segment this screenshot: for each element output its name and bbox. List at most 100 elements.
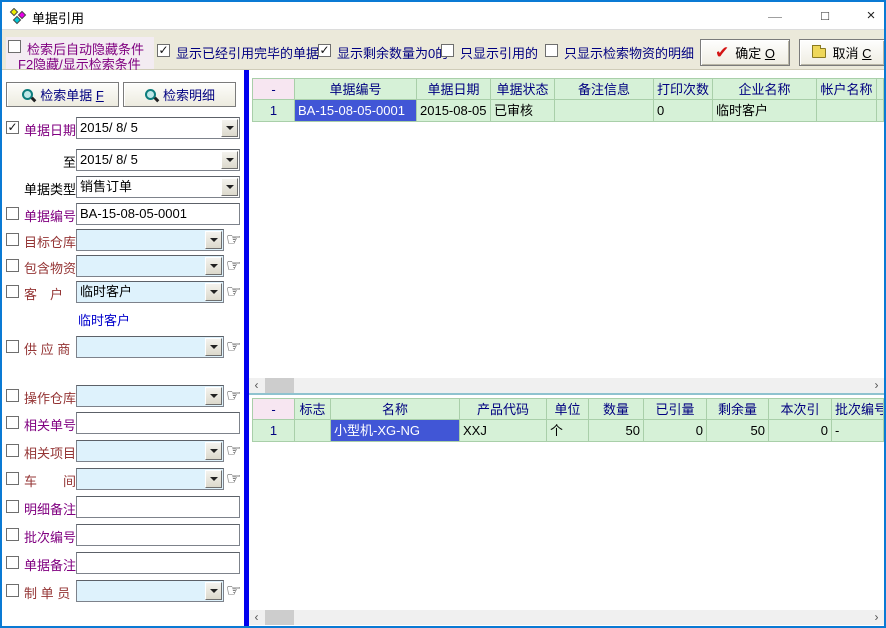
close-button[interactable]: × xyxy=(854,5,886,27)
show-finished-checkbox[interactable]: ✓ xyxy=(157,44,170,57)
only-referenced-label: 只显示引用的 xyxy=(460,43,538,62)
hand-pointer-icon[interactable]: ☞ xyxy=(226,256,241,276)
ok-button[interactable]: ✔ 确定 O xyxy=(700,39,790,66)
date-to-combo[interactable]: 2015/ 8/ 5 xyxy=(76,149,240,171)
workshop-checkbox[interactable] xyxy=(6,472,19,485)
print-count-cell[interactable]: 0 xyxy=(654,100,713,122)
doc-remark-checkbox[interactable] xyxy=(6,556,19,569)
related-no-label: 相关单号 xyxy=(24,415,76,434)
chevron-down-icon[interactable] xyxy=(205,257,222,275)
maker-combo[interactable] xyxy=(76,580,224,602)
material-checkbox[interactable] xyxy=(6,259,19,272)
op-warehouse-combo[interactable] xyxy=(76,385,224,407)
scroll-left-icon[interactable]: ‹ xyxy=(249,610,264,625)
referenced-qty-cell[interactable]: 0 xyxy=(644,420,707,442)
product-code-cell[interactable]: XXJ xyxy=(460,420,547,442)
related-project-combo[interactable] xyxy=(76,440,224,462)
remaining-qty-cell[interactable]: 50 xyxy=(707,420,769,442)
customer-checkbox[interactable] xyxy=(6,285,19,298)
quantity-cell[interactable]: 50 xyxy=(589,420,644,442)
unit-cell[interactable]: 个 xyxy=(547,420,589,442)
chevron-down-icon[interactable] xyxy=(221,151,238,169)
hand-pointer-icon[interactable]: ☞ xyxy=(226,337,241,357)
supplier-checkbox[interactable] xyxy=(6,340,19,353)
batch-no-input[interactable] xyxy=(76,524,240,546)
target-warehouse-combo[interactable] xyxy=(76,229,224,251)
hand-pointer-icon[interactable]: ☞ xyxy=(226,581,241,601)
scroll-thumb[interactable] xyxy=(265,378,294,393)
detail-remark-input[interactable] xyxy=(76,496,240,518)
batch-no-cell[interactable]: - xyxy=(832,420,884,442)
related-no-checkbox[interactable] xyxy=(6,416,19,429)
hand-pointer-icon[interactable]: ☞ xyxy=(226,386,241,406)
maximize-button[interactable]: □ xyxy=(808,5,842,27)
this-time-qty-cell[interactable]: 0 xyxy=(769,420,832,442)
chevron-down-icon[interactable] xyxy=(221,119,238,137)
batch-no-label: 批次编号 xyxy=(24,527,76,546)
auto-hide-checkbox[interactable] xyxy=(8,40,21,53)
scroll-thumb[interactable] xyxy=(265,610,294,625)
detail-grid-hscrollbar[interactable]: ‹ › xyxy=(249,610,884,625)
chevron-down-icon[interactable] xyxy=(205,338,222,356)
search-documents-button[interactable]: 检索单据 F xyxy=(6,82,119,107)
scroll-right-icon[interactable]: › xyxy=(869,378,884,393)
supplier-combo[interactable] xyxy=(76,336,224,358)
hand-pointer-icon[interactable]: ☞ xyxy=(226,282,241,302)
chevron-down-icon[interactable] xyxy=(221,178,238,196)
doc-date-label: 单据日期 xyxy=(24,120,76,139)
account-cell[interactable] xyxy=(817,100,877,122)
minimize-button[interactable]: — xyxy=(758,5,792,27)
batch-no-checkbox[interactable] xyxy=(6,528,19,541)
show-zero-checkbox[interactable]: ✓ xyxy=(318,44,331,57)
col-header: 已引量 xyxy=(644,398,707,420)
combo-value: 2015/ 8/ 5 xyxy=(80,152,220,168)
doc-status-cell[interactable]: 已审核 xyxy=(491,100,555,122)
scroll-left-icon[interactable]: ‹ xyxy=(249,378,264,393)
name-cell-selected[interactable]: 小型机-XG-NG xyxy=(331,420,460,442)
row-number-cell[interactable]: 1 xyxy=(252,100,295,122)
doc-date-checkbox[interactable]: ✓ xyxy=(6,121,19,134)
chevron-down-icon[interactable] xyxy=(205,231,222,249)
hand-pointer-icon[interactable]: ☞ xyxy=(226,469,241,489)
doc-remark-input[interactable] xyxy=(76,552,240,574)
col-header: 单据日期 xyxy=(417,78,491,100)
related-no-input[interactable] xyxy=(76,412,240,434)
doc-no-checkbox[interactable] xyxy=(6,207,19,220)
chevron-down-icon[interactable] xyxy=(205,442,222,460)
maker-checkbox[interactable] xyxy=(6,584,19,597)
check-icon: ✓ xyxy=(7,122,18,133)
related-project-checkbox[interactable] xyxy=(6,444,19,457)
doc-no-cell-selected[interactable]: BA-15-08-05-0001 xyxy=(295,100,417,122)
chevron-down-icon[interactable] xyxy=(205,470,222,488)
detail-grid: - 标志 名称 产品代码 单位 数量 已引量 剩余量 本次引 批次编号 1 小型… xyxy=(252,398,884,442)
only-referenced-checkbox[interactable] xyxy=(441,44,454,57)
scroll-right-icon[interactable]: › xyxy=(869,610,884,625)
doc-no-label: 单据编号 xyxy=(24,206,76,225)
search-details-button[interactable]: 检索明细 xyxy=(123,82,236,107)
doc-date-cell[interactable]: 2015-08-05 xyxy=(417,100,491,122)
doc-remark-label: 单据备注 xyxy=(24,555,76,574)
hand-pointer-icon[interactable]: ☞ xyxy=(226,230,241,250)
flag-cell[interactable] xyxy=(295,420,331,442)
doc-type-combo[interactable]: 销售订单 xyxy=(76,176,240,198)
doc-no-input[interactable]: BA-15-08-05-0001 xyxy=(76,203,240,225)
cancel-button[interactable]: 取消 C xyxy=(799,39,885,66)
customer-combo[interactable]: 临时客户 xyxy=(76,281,224,303)
chevron-down-icon[interactable] xyxy=(205,582,222,600)
chevron-down-icon[interactable] xyxy=(205,387,222,405)
detail-remark-checkbox[interactable] xyxy=(6,500,19,513)
target-warehouse-checkbox[interactable] xyxy=(6,233,19,246)
company-cell[interactable]: 临时客户 xyxy=(713,100,817,122)
remark-cell[interactable] xyxy=(555,100,654,122)
hand-pointer-icon[interactable]: ☞ xyxy=(226,441,241,461)
row-number-cell[interactable]: 1 xyxy=(252,420,295,442)
material-combo[interactable] xyxy=(76,255,224,277)
doc-grid-hscrollbar[interactable]: ‹ › xyxy=(249,378,884,393)
doc-date-combo[interactable]: 2015/ 8/ 5 xyxy=(76,117,240,139)
op-warehouse-checkbox[interactable] xyxy=(6,389,19,402)
check-icon: ✓ xyxy=(158,45,169,56)
only-searched-checkbox[interactable] xyxy=(545,44,558,57)
chevron-down-icon[interactable] xyxy=(205,283,222,301)
workshop-combo[interactable] xyxy=(76,468,224,490)
spare-cell[interactable] xyxy=(877,100,884,122)
